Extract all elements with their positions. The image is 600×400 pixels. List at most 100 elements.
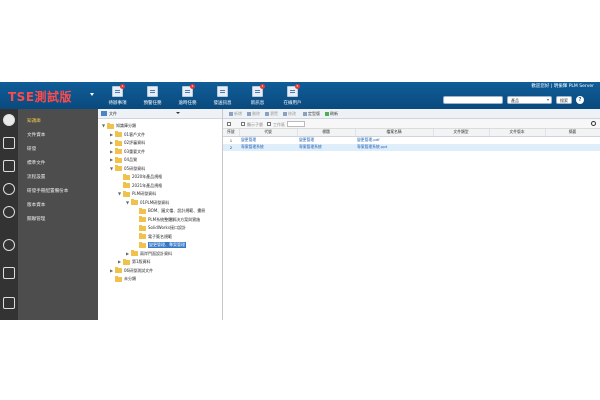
tree-node[interactable]: ▼ PLM研發資料 xyxy=(98,190,222,199)
col-header-summary[interactable]: 摘要 xyxy=(545,129,600,137)
database-icon[interactable] xyxy=(3,183,15,195)
cell-code[interactable]: 專案管理系統 xyxy=(239,143,297,151)
table-row[interactable]: 1 變更管理 變更管理 變更管理.pdf xyxy=(223,136,600,144)
browse-button[interactable]: 瀏覽 xyxy=(265,111,278,117)
tree-node[interactable]: SolidWorks接口設計 xyxy=(98,224,222,233)
icon-strip xyxy=(0,109,18,320)
nav-item-new-message[interactable]: 1 新訊息 xyxy=(240,84,275,108)
search-icon[interactable] xyxy=(3,114,15,126)
search-scope-select[interactable]: 產品 xyxy=(507,96,552,104)
menu-item-documents[interactable]: 文件資本 xyxy=(18,129,98,143)
browse-icon xyxy=(265,111,269,116)
expand-arrow-icon[interactable]: ▼ xyxy=(102,123,105,128)
menu-item-standard-docs[interactable]: 標準文件 xyxy=(18,157,98,171)
col-header-doc-type[interactable]: 文件類型 xyxy=(433,129,490,137)
modify-button[interactable]: 修改 xyxy=(283,111,296,117)
help-icon[interactable]: ? xyxy=(576,96,584,104)
main-toolbar: 新增 刪除 瀏覽 修改 定型版 刷新 xyxy=(223,109,600,119)
search-button[interactable]: 搜索 xyxy=(556,96,572,104)
collapse-arrow-icon[interactable]: ▶ xyxy=(110,157,113,162)
tree-node[interactable]: ▶ 06研發測試文件 xyxy=(98,267,222,276)
list-search-icon[interactable] xyxy=(591,121,596,126)
delete-button[interactable]: 刪除 xyxy=(247,111,260,117)
expand-arrow-icon[interactable]: ▼ xyxy=(118,191,121,196)
modify-button-label: 修改 xyxy=(288,111,296,116)
nav-item-todo[interactable]: 1 待辦事項 xyxy=(100,84,135,108)
collapse-arrow-icon[interactable]: ▶ xyxy=(110,140,113,145)
nav-label-todo: 待辦事項 xyxy=(108,101,127,106)
table-row[interactable]: 2 專案管理系統 專案管理系統 專案管理系統.ppt xyxy=(223,143,600,151)
menu-item-rd-manual-backup[interactable]: 研發手冊配置備份本 xyxy=(18,185,98,199)
home-icon[interactable] xyxy=(3,137,15,149)
cell-code[interactable]: 變更管理 xyxy=(239,136,297,144)
tree-node[interactable]: ▶ 04品質 xyxy=(98,156,222,165)
brand-title[interactable]: TSE測試版 xyxy=(8,88,72,105)
tree-node[interactable]: 未分類 xyxy=(98,275,222,284)
show-children-checkbox[interactable] xyxy=(241,122,245,126)
tree-node[interactable]: 2020年產品規格 xyxy=(98,173,222,182)
nav-item-warning-tasks[interactable]: 預警任務 xyxy=(135,84,170,108)
col-header-index[interactable]: 序號 xyxy=(223,129,240,137)
col-header-code[interactable]: 代號 xyxy=(239,129,298,137)
nav-item-overdue-tasks[interactable]: 1 逾時任務 xyxy=(170,84,205,108)
collapse-arrow-icon[interactable]: ▶ xyxy=(126,251,129,256)
nav-item-send-message[interactable]: 發送訊息 xyxy=(205,84,240,108)
col-header-title[interactable]: 標題 xyxy=(297,129,356,137)
id-card-icon[interactable] xyxy=(3,297,15,309)
book-icon[interactable] xyxy=(3,267,15,279)
cell-title[interactable]: 變更管理 xyxy=(297,136,355,144)
folder-icon xyxy=(115,275,122,282)
tree-node[interactable]: ▼ 01PLM研發資料 xyxy=(98,199,222,208)
brand-dropdown-caret-icon[interactable] xyxy=(90,93,94,96)
tree-node[interactable]: PLM系統整體解決方案與實施 xyxy=(98,216,222,225)
tree-node[interactable]: ▶ 02評審資料 xyxy=(98,139,222,148)
folder-icon xyxy=(123,258,130,265)
folder-icon xyxy=(107,122,114,129)
menu-item-knowledge-base[interactable]: 知識庫 xyxy=(18,115,98,129)
collapse-arrow-icon[interactable]: ▶ xyxy=(118,259,121,264)
nav-item-online-users[interactable]: 5 在線用戶 xyxy=(275,84,310,108)
expand-arrow-icon[interactable]: ▼ xyxy=(126,200,129,205)
finalize-button[interactable]: 定型版 xyxy=(303,111,320,117)
cell-index: 2 xyxy=(223,143,239,151)
global-search-input[interactable] xyxy=(443,96,503,104)
col-header-doc-version[interactable]: 文件版本 xyxy=(489,129,546,137)
expand-arrow-icon[interactable]: ▼ xyxy=(110,166,113,171)
nav-label-warning-tasks: 預警任務 xyxy=(143,101,162,106)
tree-node[interactable]: ▼ 知識庫分類 xyxy=(98,122,222,131)
cell-title[interactable]: 專案管理系統 xyxy=(297,143,355,151)
tree-node[interactable]: 變更管理、專案管理 xyxy=(98,241,222,250)
menu-item-rd[interactable]: 研發 xyxy=(18,143,98,157)
tree-type-select[interactable]: 文件 xyxy=(109,111,117,117)
collapse-arrow-icon[interactable]: ▶ xyxy=(110,132,113,137)
online-users-badge: 5 xyxy=(295,84,300,89)
tree-node[interactable]: BOM、圖文檔、設計規範、畫冊 xyxy=(98,207,222,216)
tree-node[interactable]: 電子簽名規範 xyxy=(98,233,222,242)
list-view-toggle-icon[interactable] xyxy=(227,122,231,126)
collapse-arrow-icon[interactable]: ▶ xyxy=(110,149,113,154)
settings-icon[interactable] xyxy=(3,206,15,218)
globe-icon[interactable] xyxy=(3,239,15,251)
col-header-filename[interactable]: 檔案名稱 xyxy=(355,129,434,137)
collapse-arrow-icon[interactable]: ▶ xyxy=(110,268,113,273)
tree-node[interactable]: ▶ 03重要文件 xyxy=(98,148,222,157)
top-nav: 1 待辦事項 預警任務 1 逾時任務 發送訊息 1 新訊息 5 在線用戶 xyxy=(100,84,310,108)
tree-node[interactable]: 2021年產品規格 xyxy=(98,182,222,191)
menu-item-flow-settings[interactable]: 流程設置 xyxy=(18,171,98,185)
workspace-checkbox[interactable] xyxy=(267,122,271,126)
cell-filename[interactable]: 專案管理系統.ppt xyxy=(355,143,433,151)
menu-item-relations[interactable]: 關聯管理 xyxy=(18,213,98,227)
workspace-input[interactable] xyxy=(287,121,305,127)
tree-node[interactable]: ▶ 兩岸門面設計資料 xyxy=(98,250,222,259)
cell-filename[interactable]: 變更管理.pdf xyxy=(355,136,433,144)
folder-icon xyxy=(115,156,122,163)
tree-node[interactable]: ▼ 05研發資料 xyxy=(98,165,222,174)
add-button[interactable]: 新增 xyxy=(229,111,242,117)
tree-node[interactable]: ▶ 01客戶文件 xyxy=(98,131,222,140)
tree-node[interactable]: ▶ 第1版資料 xyxy=(98,258,222,267)
refresh-button[interactable]: 刷新 xyxy=(325,111,338,117)
menu-item-versions[interactable]: 版本資本 xyxy=(18,199,98,213)
user-info[interactable]: 歡迎您好 | 明振輝 PLM Server xyxy=(531,83,594,89)
tree-type-dropdown-icon[interactable] xyxy=(176,112,180,114)
edit-icon[interactable] xyxy=(3,160,15,172)
